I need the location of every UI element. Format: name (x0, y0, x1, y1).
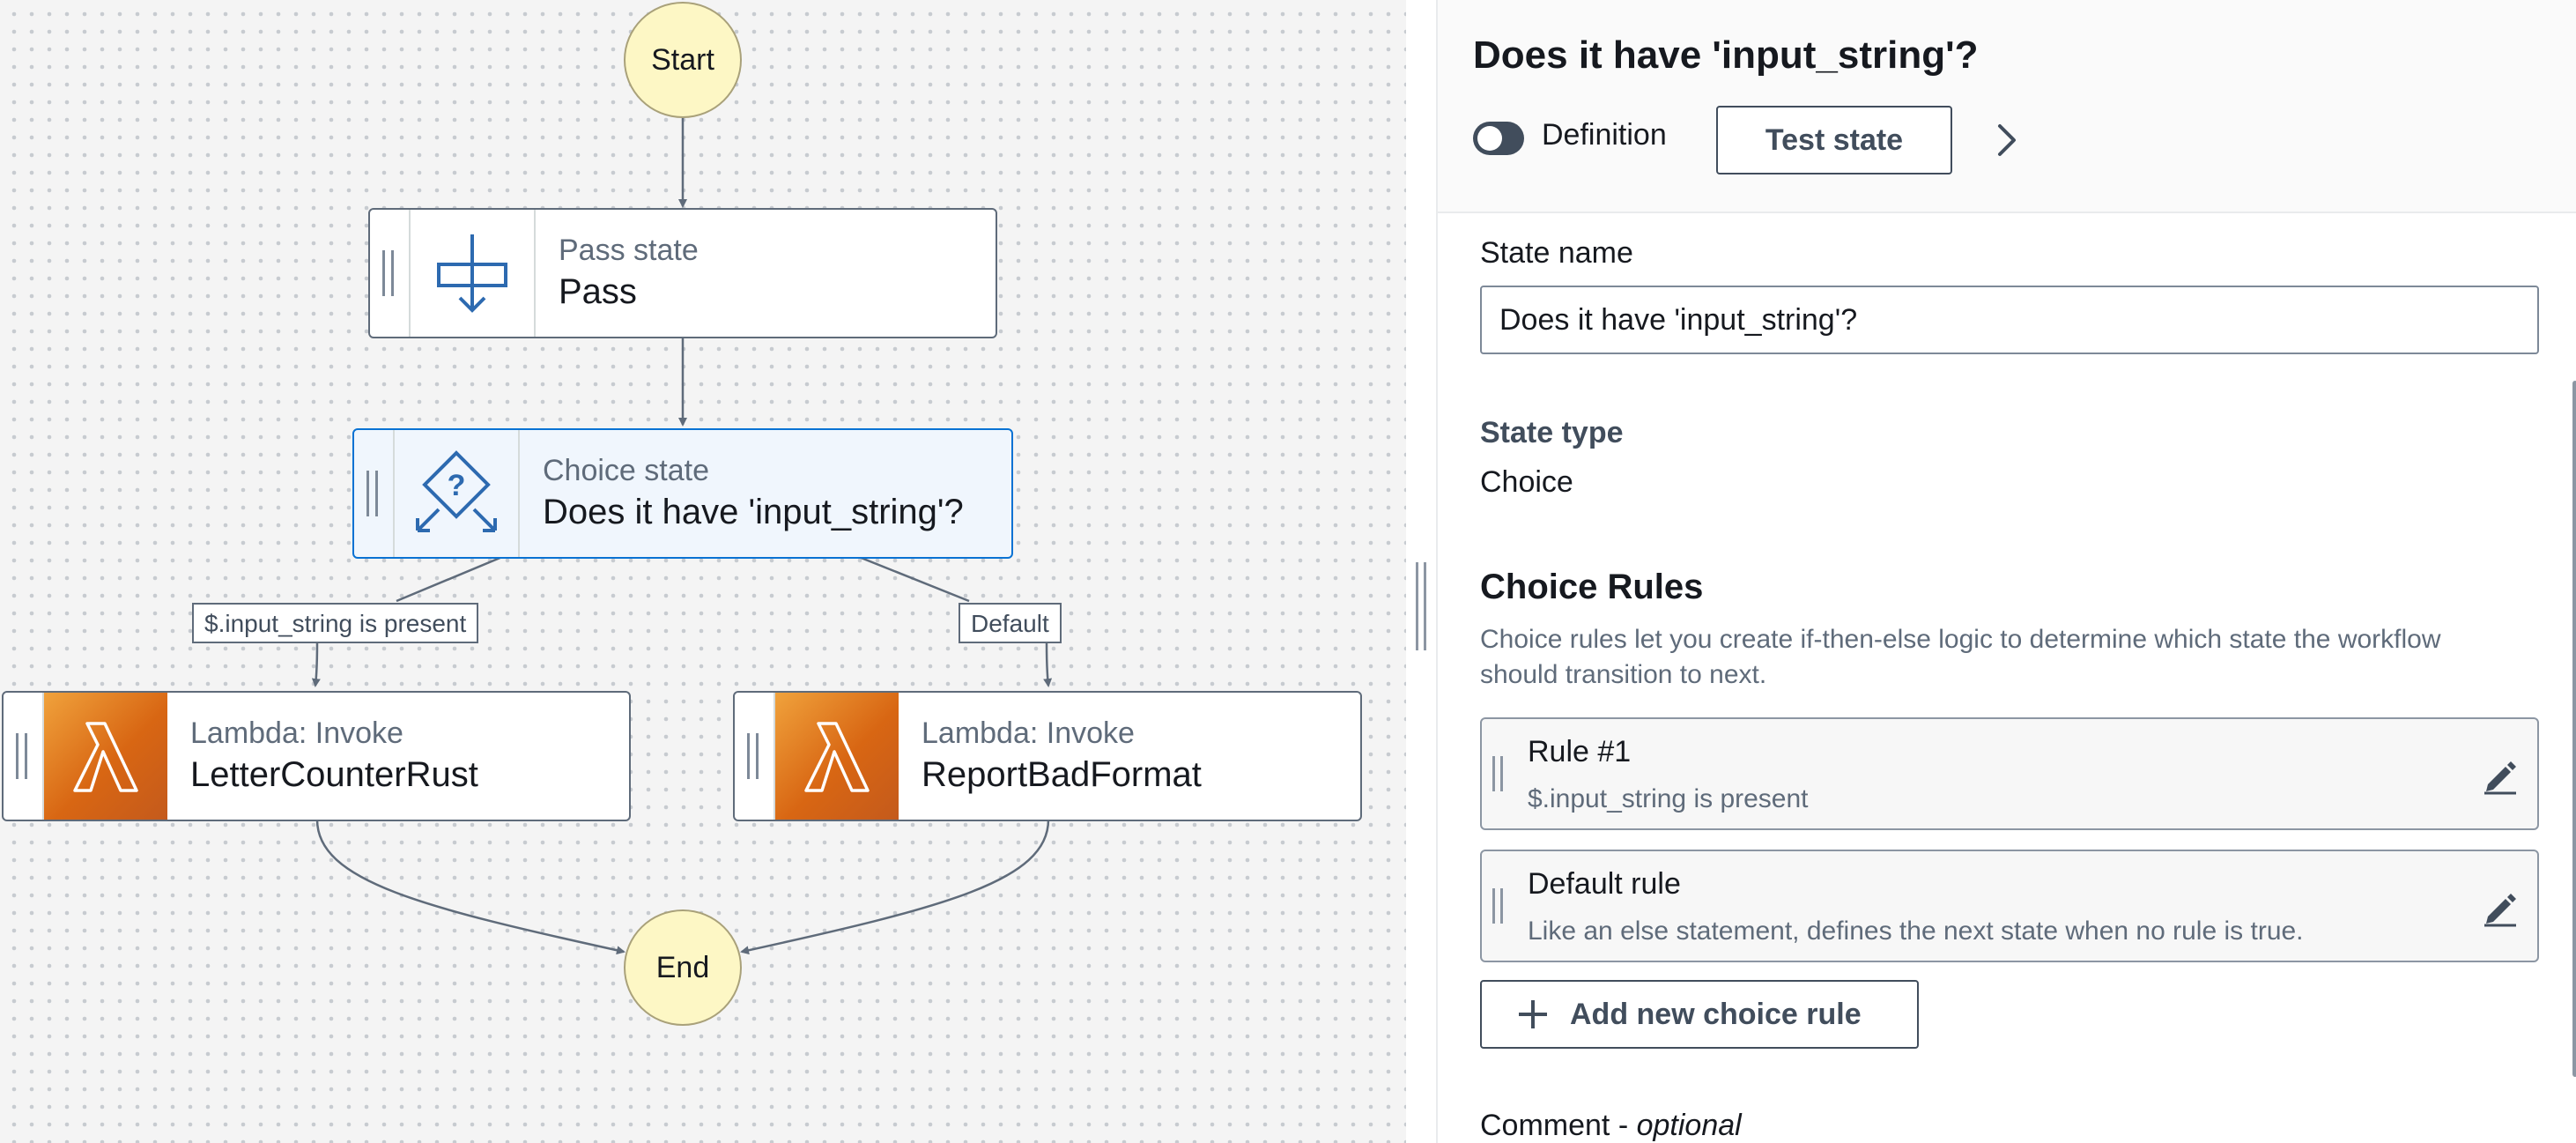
pass-state-icon (411, 210, 536, 337)
end-label: End (655, 950, 710, 984)
edge-label-default[interactable]: Default (959, 603, 1062, 643)
add-choice-rule-label: Add new choice rule (1570, 997, 1862, 1031)
edit-pencil-icon[interactable] (2481, 888, 2520, 927)
node-name: ReportBadFormat (922, 755, 1202, 794)
drag-handle[interactable] (354, 430, 395, 557)
comment-label: Comment - optional (1480, 1109, 1742, 1143)
drag-handle[interactable] (1492, 888, 1503, 924)
state-name-label: State name (1480, 236, 1633, 270)
edge-label-condition[interactable]: $.input_string is present (192, 603, 479, 643)
svg-text:?: ? (448, 469, 466, 502)
drag-handle[interactable] (4, 693, 44, 820)
node-type-label: Choice state (543, 454, 709, 487)
edit-pencil-icon[interactable] (2481, 756, 2520, 795)
workflow-canvas[interactable]: Start Pass state Pass ? Choice state Doe… (0, 0, 1406, 1143)
choice-rules-heading: Choice Rules (1480, 568, 1704, 606)
rule-condition: $.input_string is present (1528, 784, 1809, 813)
state-type-label: State type (1480, 416, 1624, 449)
chevron-right-icon[interactable] (1989, 121, 2025, 160)
drag-handle[interactable] (735, 693, 775, 820)
state-type-value: Choice (1480, 465, 1573, 499)
choice-rules-description: Choice rules let you create if-then-else… (1480, 625, 2441, 689)
end-node[interactable]: End (624, 909, 742, 1026)
rule-title: Rule #1 (1528, 735, 1632, 768)
default-rule-card[interactable]: Default rule Like an else statement, def… (1480, 850, 2539, 962)
rule-title: Default rule (1528, 867, 1681, 901)
test-state-button[interactable]: Test state (1716, 106, 1952, 174)
toggle-knob (1477, 126, 1502, 151)
lambda-icon (44, 693, 167, 820)
node-type-label: Lambda: Invoke (922, 716, 1135, 750)
definition-toggle-label: Definition (1542, 118, 1667, 152)
drag-handle[interactable] (370, 210, 411, 337)
lambda-invoke-node-letter-counter[interactable]: Lambda: Invoke LetterCounterRust (2, 691, 631, 821)
node-name: Pass (559, 272, 637, 311)
drag-handle[interactable] (1492, 756, 1503, 791)
choice-state-icon: ? (395, 430, 520, 557)
start-node[interactable]: Start (624, 2, 742, 118)
rule-condition: Like an else statement, defines the next… (1528, 917, 2304, 946)
choice-rule-card[interactable]: Rule #1 $.input_string is present (1480, 717, 2539, 830)
add-choice-rule-button[interactable]: Add new choice rule (1480, 980, 1919, 1049)
panel-splitter[interactable] (1406, 0, 1436, 1143)
node-name: Does it have 'input_string'? (543, 493, 964, 531)
node-name: LetterCounterRust (190, 755, 478, 794)
choice-state-node[interactable]: ? Choice state Does it have 'input_strin… (352, 428, 1013, 559)
state-name-input[interactable] (1480, 286, 2539, 354)
start-label: Start (651, 42, 714, 77)
lambda-icon (775, 693, 899, 820)
pass-state-node[interactable]: Pass state Pass (368, 208, 997, 338)
comment-label-text: Comment - (1480, 1109, 1637, 1142)
node-type-label: Lambda: Invoke (190, 716, 403, 750)
panel-scrollbar[interactable] (2572, 381, 2576, 1077)
lambda-invoke-node-report-bad-format[interactable]: Lambda: Invoke ReportBadFormat (733, 691, 1362, 821)
panel-header: Does it have 'input_string'? Definition … (1438, 0, 2576, 213)
splitter-handle[interactable] (1416, 562, 1426, 650)
plus-icon (1519, 1000, 1547, 1028)
state-inspector-panel: Does it have 'input_string'? Definition … (1436, 0, 2576, 1143)
definition-toggle[interactable] (1473, 122, 1524, 155)
node-type-label: Pass state (559, 234, 699, 267)
panel-title: Does it have 'input_string'? (1473, 33, 1979, 77)
comment-optional-text: optional (1636, 1109, 1742, 1142)
